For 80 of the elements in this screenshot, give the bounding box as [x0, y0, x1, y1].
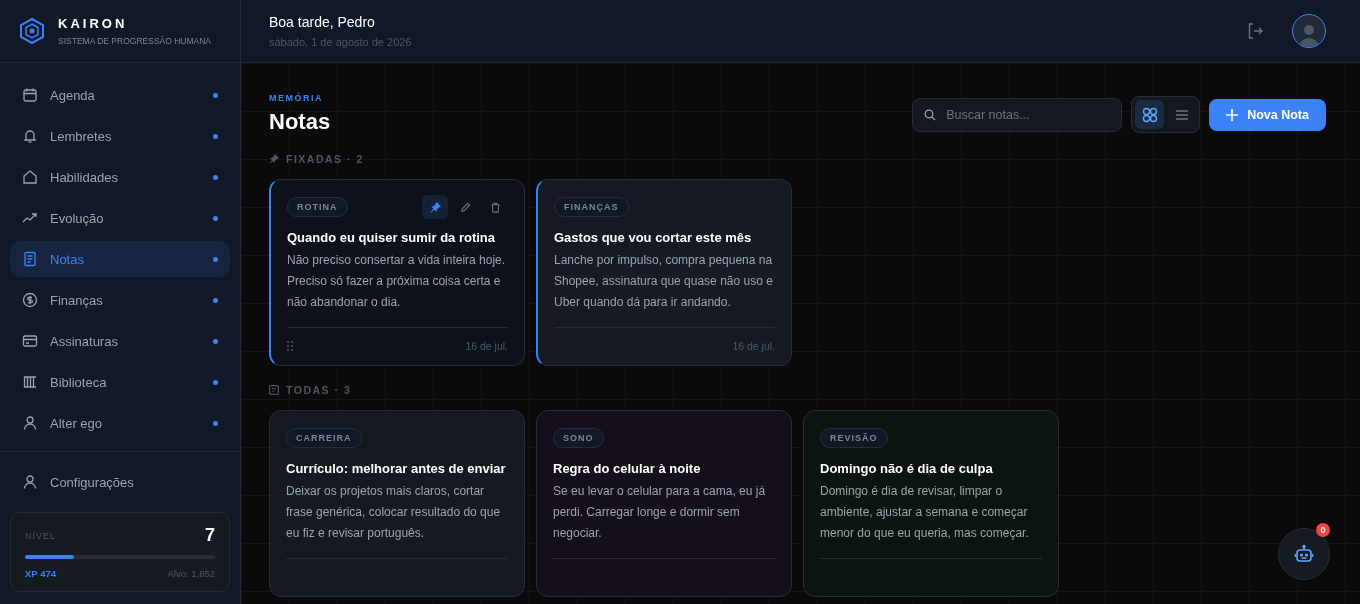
card-icon [22, 333, 38, 349]
xp-value: XP 474 [25, 568, 56, 579]
status-dot [213, 174, 218, 180]
note-title: Quando eu quiser sumir da rotina [287, 230, 497, 245]
note-icon [269, 385, 279, 395]
grid-view-button[interactable] [1135, 100, 1165, 129]
brand-subtitle: SISTEMA DE PROGRESSÃO HUMANA [58, 36, 212, 46]
greeting: Boa tarde, Pedro [269, 14, 376, 30]
pin-icon [429, 201, 441, 213]
page-title: Notas [269, 109, 331, 135]
dollar-icon [22, 292, 38, 308]
note-tag: FINANÇAS [554, 197, 629, 217]
note-card[interactable]: ROTINA Quando eu quiser sumir da rotina Não preciso consertar a vida inteira hoje. Preciso só fazer a próxima coisa certa e não abandonar o dia. 16 de jul. [269, 179, 525, 366]
calendar-icon [22, 87, 38, 103]
note-tag: REVISÃO [820, 428, 888, 448]
books-icon [22, 374, 38, 390]
robot-icon [1294, 544, 1314, 564]
status-dot [213, 92, 218, 98]
note-card[interactable]: SONO Regra do celular à noite Se eu levar o celular para a cama, eu já perdi. Carregar longe e dormir sem negociar. [536, 410, 792, 597]
sidebar-item[interactable]: Evolução [10, 200, 230, 236]
settings-link[interactable]: Configurações [10, 464, 230, 500]
sidebar-item[interactable]: Notas [10, 241, 230, 277]
note-title: Currículo: melhorar antes de enviar [286, 461, 507, 476]
page-eyebrow: MEMÓRIA [269, 93, 324, 103]
sidebar-item[interactable]: Assinaturas [10, 323, 230, 359]
status-dot [213, 420, 218, 426]
note-tag: ROTINA [287, 197, 348, 217]
date-text: sábado, 1 de agosto de 2026 [269, 36, 412, 48]
sidebar-item[interactable]: Habilidades [10, 159, 230, 195]
logout-icon[interactable] [1246, 22, 1264, 40]
status-dot [213, 215, 218, 221]
note-body: Não preciso consertar a vida inteira hoje. Preciso só fazer a próxima coisa certa e não abandonar o dia. [287, 252, 507, 311]
note-card[interactable]: REVISÃO Domingo não é dia de culpa Domingo é dia de revisar, limpar o ambiente, ajustar a semana e começar menor do que eu queria, mas começar. [803, 410, 1059, 597]
level-value: 7 [205, 525, 215, 546]
note-title: Regra do celular à noite [553, 461, 702, 476]
note-body: Se eu levar o celular para a cama, eu já perdi. Carregar longe e dormir sem negociar. [553, 483, 767, 542]
unpin-button[interactable] [422, 195, 448, 219]
assistant-button[interactable] [1278, 528, 1330, 580]
note-date: 16 de jul. [732, 340, 775, 352]
user-icon [22, 474, 38, 490]
level-label: NÍVEL [25, 530, 56, 541]
avatar[interactable] [1292, 14, 1326, 48]
note-body: Domingo é dia de revisar, limpar o ambiente, ajustar a semana e começar menor do que eu queria, mas começar. [820, 483, 1030, 542]
plus-icon [1226, 108, 1239, 121]
status-dot [213, 338, 218, 344]
pin-icon [269, 154, 279, 164]
section-label: FIXADAS · 2 [286, 153, 364, 165]
sidebar-item[interactable]: Biblioteca [10, 364, 230, 400]
note-body: Deixar os projetos mais claros, cortar frase genérica, colocar resultado do que eu fiz e revisar português. [286, 483, 502, 542]
user-icon [22, 415, 38, 431]
status-dot [213, 379, 218, 385]
bell-icon [22, 128, 38, 144]
brand-name: KAIRON [58, 16, 129, 31]
note-date: 16 de jul. [465, 340, 508, 352]
sidebar-item[interactable]: Agenda [10, 77, 230, 113]
note-title: Domingo não é dia de culpa [820, 461, 994, 476]
sidebar-item[interactable]: Lembretes [10, 118, 230, 154]
note-tag: CARREIRA [286, 428, 362, 448]
section-label: TODAS · 3 [286, 384, 352, 396]
note-tag: SONO [553, 428, 604, 448]
note-body: Lanche por impulso, compra pequena na Shopee, assinatura que quase não uso e Uber quando dá para ir andando. [554, 252, 774, 311]
status-dot [213, 133, 218, 139]
new-note-button[interactable]: Nova Nota [1209, 98, 1326, 131]
sidebar-item[interactable]: Finanças [10, 282, 230, 318]
pencil-icon [459, 201, 471, 213]
status-dot [213, 256, 218, 262]
drag-handle-icon[interactable] [287, 341, 293, 351]
note-card[interactable]: FINANÇAS Gastos que vou cortar este mês Lanche por impulso, compra pequena na Shopee, assinatura que quase não uso e Uber quando dá para ir andando. 16 de jul. [536, 179, 792, 366]
document-icon [22, 251, 38, 267]
search-field[interactable]: Buscar notas... [912, 97, 1123, 132]
sidebar-item[interactable]: Alter ego [10, 405, 230, 441]
grid-icon [1141, 106, 1158, 123]
status-dot [213, 297, 218, 303]
notification-badge: 0 [1316, 523, 1330, 537]
xp-target: Alvo: 1,852 [167, 568, 215, 579]
house-icon [22, 169, 38, 185]
hexagon-logo-icon [18, 17, 46, 45]
note-title: Gastos que vou cortar este mês [554, 230, 753, 245]
trash-icon [489, 201, 501, 213]
note-card[interactable]: CARREIRA Currículo: melhorar antes de enviar Deixar os projetos mais claros, cortar frase genérica, colocar resultado do que eu fiz e revisar português. [269, 410, 525, 597]
